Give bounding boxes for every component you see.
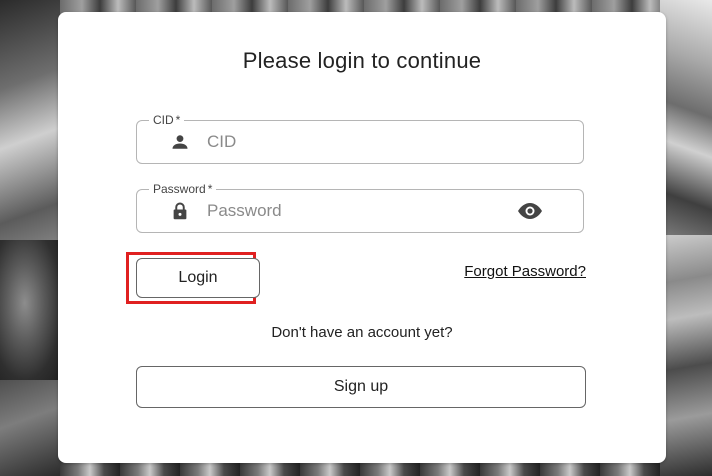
cid-field-label: CID * <box>149 112 185 128</box>
password-field[interactable]: Password * <box>136 181 584 233</box>
login-button[interactable]: Login <box>136 258 260 298</box>
cid-input[interactable] <box>207 121 523 163</box>
background-photo-left-portrait <box>0 240 62 380</box>
lock-icon <box>173 202 187 220</box>
password-label-text: Password <box>153 182 206 196</box>
signup-prompt: Don't have an account yet? <box>271 324 453 341</box>
cid-label-text: CID <box>153 113 174 127</box>
eye-icon[interactable] <box>517 202 543 220</box>
cid-field[interactable]: CID * <box>136 112 584 164</box>
person-icon <box>172 135 188 149</box>
required-mark: * <box>175 113 181 127</box>
forgot-password-link[interactable]: Forgot Password? <box>464 263 586 280</box>
page-title: Please login to continue <box>242 48 482 73</box>
password-input[interactable] <box>207 190 523 232</box>
signup-button[interactable]: Sign up <box>136 366 586 408</box>
login-card: Please login to continue CID* Password* … <box>58 12 666 463</box>
background-photo-left <box>0 0 62 476</box>
